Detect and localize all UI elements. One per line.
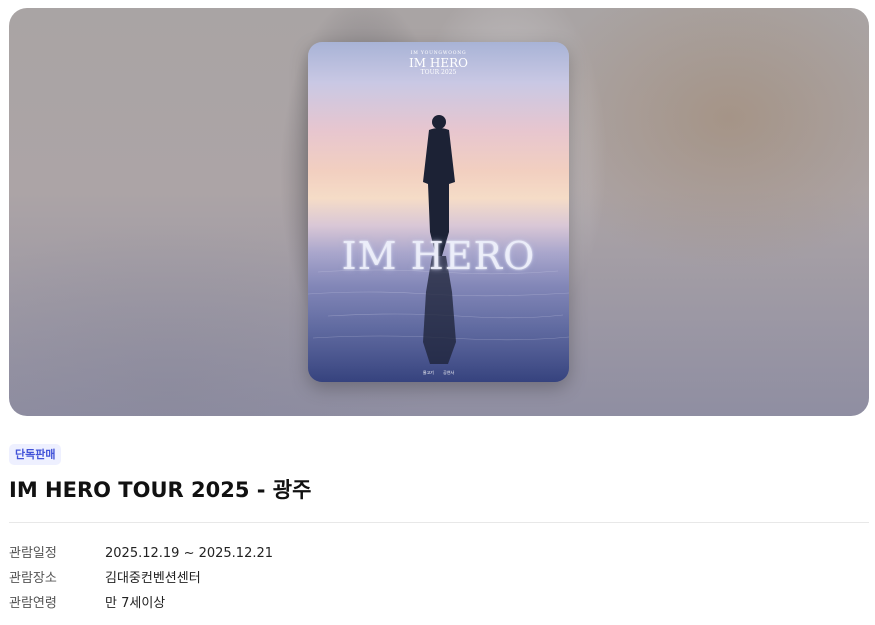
info-row-venue: 관람장소 김대중컨벤션센터 xyxy=(9,566,273,591)
poster-artwork xyxy=(308,115,569,382)
info-list: 관람일정 2025.12.19 ~ 2025.12.21 관람장소 김대중컨벤션… xyxy=(9,541,273,616)
poster-image[interactable]: IM YOUNGWOONG IM HERO TOUR 2025 IM HERO … xyxy=(308,42,569,382)
info-label: 관람연령 xyxy=(9,596,57,611)
poster-logo: 물고기 xyxy=(422,370,434,375)
divider xyxy=(9,522,869,523)
hero-banner: IM YOUNGWOONG IM HERO TOUR 2025 IM HERO … xyxy=(9,8,869,416)
poster-logos: 물고기 공연사 xyxy=(308,370,569,376)
info-row-schedule: 관람일정 2025.12.19 ~ 2025.12.21 xyxy=(9,541,273,566)
info-value: 만 7세이상 xyxy=(105,596,166,611)
info-value: 2025.12.19 ~ 2025.12.21 xyxy=(105,546,274,561)
product-title: IM HERO TOUR 2025 - 광주 xyxy=(9,478,312,502)
info-row-age: 관람연령 만 7세이상 xyxy=(9,591,273,616)
info-label: 관람일정 xyxy=(9,546,57,561)
exclusive-sale-badge: 단독판매 xyxy=(9,444,62,465)
poster-title: IM HERO xyxy=(409,56,468,70)
info-value: 김대중컨벤션센터 xyxy=(105,571,201,586)
poster-subtitle: TOUR 2025 xyxy=(420,69,457,76)
info-label: 관람장소 xyxy=(9,571,57,586)
poster-logo: 공연사 xyxy=(443,370,455,375)
poster-big-title: IM HERO xyxy=(341,234,536,278)
